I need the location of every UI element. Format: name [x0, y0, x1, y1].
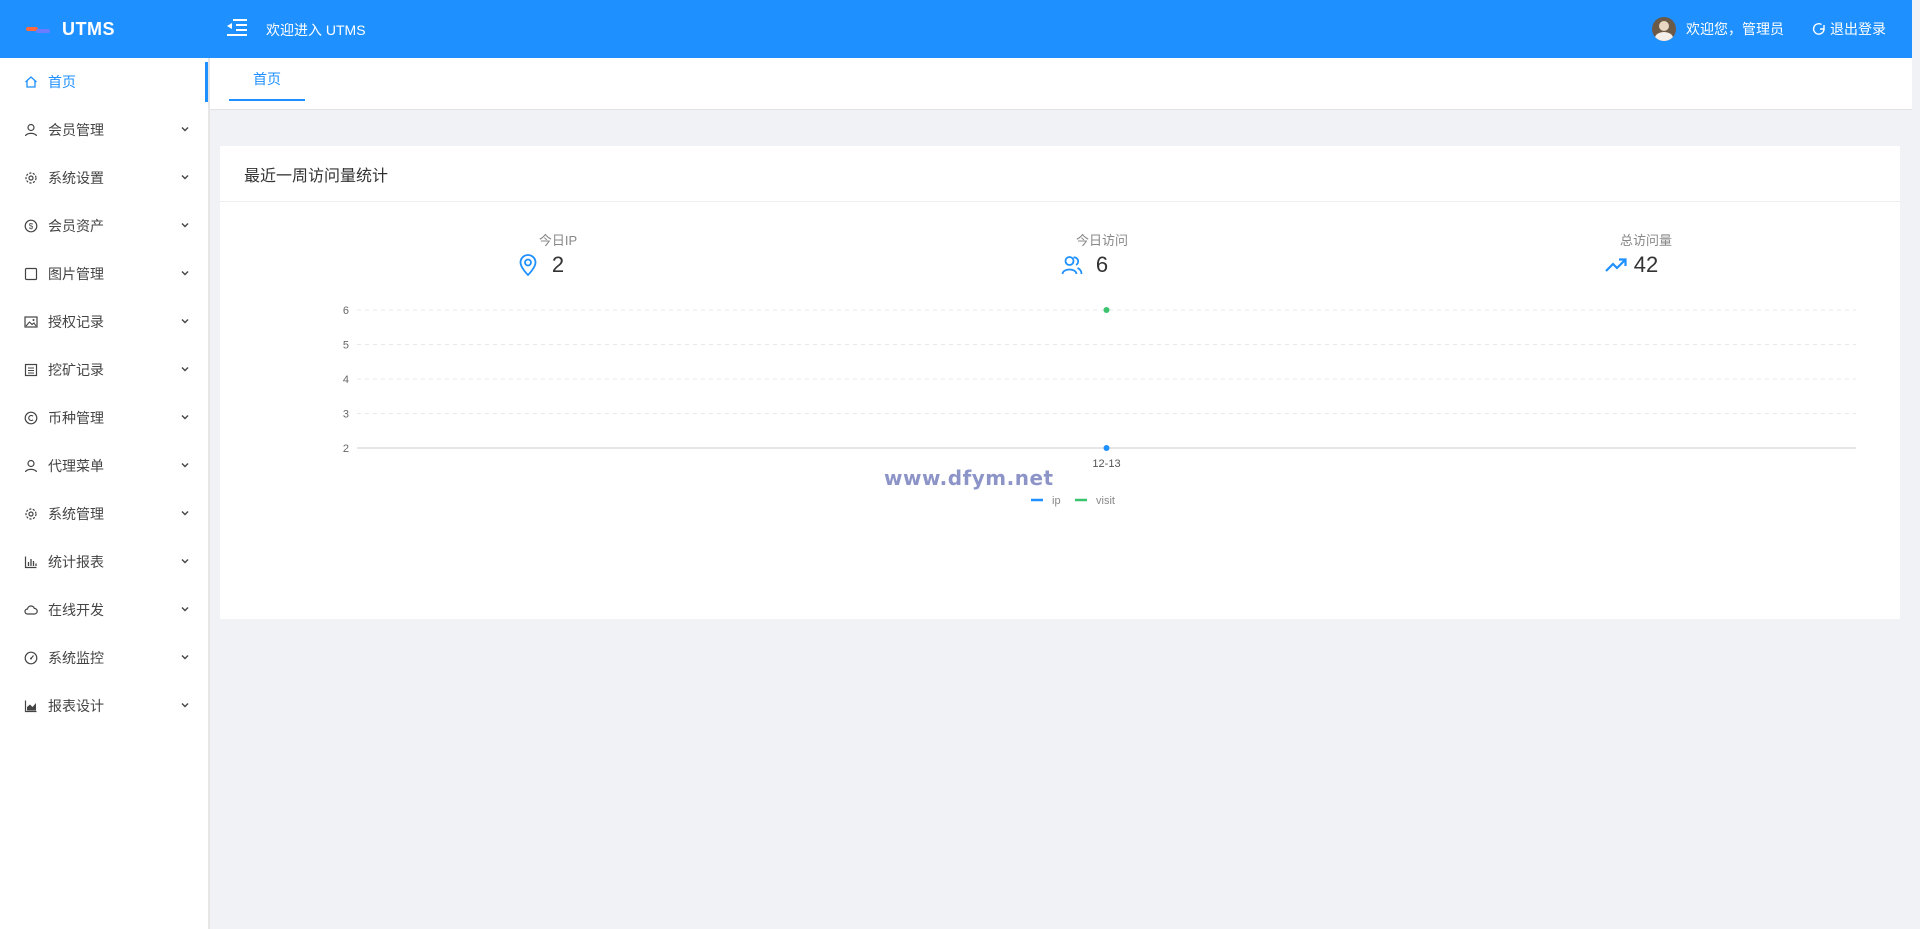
sidebar-item-label: 会员资产: [48, 218, 104, 234]
y-tick-label: 6: [343, 306, 349, 317]
trending-up-icon: [1605, 258, 1627, 272]
copyright-icon: [24, 411, 38, 425]
stat-label: 总访问量: [1619, 233, 1672, 248]
sidebar-item-label: 在线开发: [48, 602, 104, 618]
chevron-down-icon: [181, 463, 189, 468]
sidebar-item-auth-records[interactable]: 授权记录: [0, 298, 208, 346]
square-icon: [24, 267, 38, 281]
data-point-visit: [1103, 307, 1110, 313]
chevron-down-icon: [181, 559, 189, 564]
stat-label: 今日访问: [1075, 233, 1128, 248]
sidebar-item-report-design[interactable]: 报表设计: [0, 682, 208, 730]
chevron-down-icon: [181, 223, 189, 228]
y-tick-label: 3: [343, 409, 349, 421]
area-chart-icon: [24, 699, 38, 713]
users-icon: [1061, 256, 1083, 275]
sidebar-item-label: 挖矿记录: [48, 362, 104, 378]
top-header: UTMS 欢迎进入 UTMS 欢迎您，管理员 退出登录: [0, 0, 1912, 58]
tab-bar: 首页: [210, 58, 1912, 110]
visit-stats-card: 最近一周访问量统计 今日IP 2 今日访问 6 总访问量 42 2 3 4 5 6 12-…: [220, 146, 1900, 619]
sidebar-item-mining-records[interactable]: 挖矿记录: [0, 346, 208, 394]
sidebar-item-label: 报表设计: [48, 698, 104, 714]
avatar[interactable]: [1652, 17, 1676, 41]
sidebar-item-image-management[interactable]: 图片管理: [0, 250, 208, 298]
sidebar-item-label: 币种管理: [48, 410, 104, 426]
home-icon: [24, 75, 38, 89]
user-greeting[interactable]: 欢迎您，管理员: [1686, 19, 1784, 39]
y-tick-label: 5: [343, 340, 349, 352]
chevron-down-icon: [181, 319, 189, 324]
dashboard-icon: [24, 651, 38, 665]
sidebar-item-label: 代理菜单: [48, 458, 104, 474]
power-icon: [1812, 23, 1825, 35]
chevron-down-icon: [181, 175, 189, 180]
chevron-down-icon: [181, 415, 189, 420]
header-welcome: 欢迎进入 UTMS: [266, 22, 366, 38]
sidebar-item-label: 首页: [48, 74, 76, 90]
user-icon: [24, 459, 38, 473]
y-tick-label: 2: [343, 443, 349, 455]
gear-icon: [24, 507, 38, 521]
legend-label-ip: ip: [1052, 495, 1061, 507]
sidebar-item-label: 系统设置: [48, 170, 104, 186]
stat-value: 2: [551, 252, 565, 277]
gear-icon: [24, 171, 38, 185]
dollar-circle-icon: $: [24, 219, 38, 233]
sidebar-item-currency-management[interactable]: 币种管理: [0, 394, 208, 442]
sidebar-item-statistics-reports[interactable]: 统计报表: [0, 538, 208, 586]
logout-label: 退出登录: [1830, 21, 1886, 37]
sidebar-item-label: 授权记录: [48, 314, 104, 330]
logout-button[interactable]: 退出登录: [1812, 19, 1886, 39]
chevron-down-icon: [181, 127, 189, 132]
logo-mark-icon: [24, 22, 54, 36]
chevron-down-icon: [181, 271, 189, 276]
y-tick-label: 4: [343, 374, 349, 386]
x-tick-label: 12-13: [1092, 458, 1120, 470]
svg-text:$: $: [29, 222, 34, 231]
watermark: www.dfym.net: [884, 466, 1054, 490]
card-title: 最近一周访问量统计: [220, 146, 1900, 202]
sidebar-item-label: 统计报表: [48, 554, 104, 570]
stat-label: 今日IP: [538, 233, 578, 248]
list-box-icon: [24, 363, 38, 377]
stat-value: 42: [1633, 252, 1659, 277]
data-point-ip: [1103, 445, 1110, 451]
sidebar-item-online-dev[interactable]: 在线开发: [0, 586, 208, 634]
sidebar-item-system-management[interactable]: 系统管理: [0, 490, 208, 538]
chevron-down-icon: [181, 607, 189, 612]
sidebar: 首页 会员管理 系统设置 $ 会员资产 图片管理 授权记录 挖矿记录 币种管理 …: [0, 58, 208, 929]
visit-line-chart: 2 3 4 5 6 12-13 ip visit: [343, 306, 1856, 507]
sidebar-item-label: 会员管理: [48, 122, 104, 138]
cloud-icon: [24, 603, 38, 617]
sidebar-item-agent-menu[interactable]: 代理菜单: [0, 442, 208, 490]
stat-value: 6: [1095, 252, 1109, 277]
sidebar-item-home[interactable]: 首页: [0, 58, 208, 106]
menu-toggle-icon[interactable]: [226, 17, 248, 37]
tab-home[interactable]: 首页: [229, 58, 305, 101]
sidebar-item-label: 系统管理: [48, 506, 104, 522]
legend-label-visit: visit: [1096, 495, 1115, 507]
sidebar-item-system-monitor[interactable]: 系统监控: [0, 634, 208, 682]
bar-chart-icon: [24, 555, 38, 569]
chevron-down-icon: [181, 655, 189, 660]
sidebar-item-label: 图片管理: [48, 266, 104, 282]
sidebar-divider: [208, 58, 210, 929]
sidebar-item-member-assets[interactable]: $ 会员资产: [0, 202, 208, 250]
chevron-down-icon: [181, 367, 189, 372]
user-icon: [24, 123, 38, 137]
logo-text: UTMS: [62, 18, 115, 39]
location-pin-icon: [519, 254, 537, 277]
image-icon: [24, 315, 38, 329]
logo[interactable]: UTMS: [24, 0, 115, 58]
sidebar-item-members[interactable]: 会员管理: [0, 106, 208, 154]
chevron-down-icon: [181, 511, 189, 516]
chevron-down-icon: [181, 703, 189, 708]
sidebar-item-label: 系统监控: [48, 650, 104, 666]
user-area: 欢迎您，管理员 退出登录: [1652, 0, 1886, 58]
sidebar-item-system-settings[interactable]: 系统设置: [0, 154, 208, 202]
